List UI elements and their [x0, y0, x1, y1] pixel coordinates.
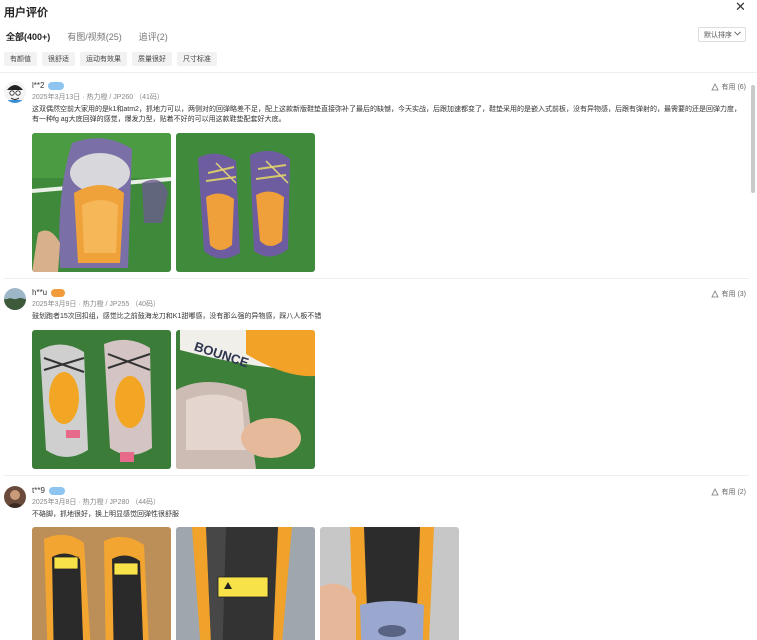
divider — [0, 72, 757, 73]
chevron-down-icon — [734, 31, 741, 38]
tab-all[interactable]: 全部(400+) — [6, 30, 50, 43]
review-photo[interactable] — [32, 330, 171, 469]
review-photos — [32, 527, 459, 640]
tab-with-media[interactable]: 有图/视频(25) — [67, 30, 122, 43]
review-text: 这双偶然空前大家用的是k1和atm2，抓地力可以，两侧对的回弹略差不足，配上这款… — [32, 106, 741, 123]
review-username: t**9 — [32, 486, 65, 495]
review-meta: 2025年3月13日 · 热力橙 / JP260 （41码） — [32, 94, 164, 101]
avatar[interactable] — [4, 486, 26, 508]
sort-label: 默认排序 — [704, 31, 732, 39]
review-username: h**u — [32, 288, 66, 297]
tag-chip[interactable]: 有颜值 — [4, 52, 37, 66]
tag-chip[interactable]: 运动有效果 — [80, 52, 127, 66]
thumbs-up-icon — [710, 488, 719, 496]
useful-button[interactable]: 有用 (6) — [710, 82, 746, 92]
member-badge — [51, 288, 66, 297]
sort-dropdown[interactable]: 默认排序 — [698, 27, 746, 42]
tag-chip[interactable]: 很舒适 — [42, 52, 75, 66]
review-username: l**2 — [32, 81, 65, 90]
review-photo[interactable] — [176, 527, 315, 640]
tag-chip[interactable]: 尺寸标准 — [177, 52, 217, 66]
review-text: 不硌脚，抓地很好，换上明显感觉回弹性很舒服 — [32, 511, 179, 518]
review-text: 鼓划跑者15次回扣组，感觉比之前鼓海龙刀和K1甜嘟感，没有那么强的异物感，踩八人… — [32, 313, 322, 320]
review-photo[interactable] — [320, 527, 459, 640]
review-photos — [32, 133, 315, 272]
close-icon[interactable]: ✕ — [735, 0, 746, 14]
review-item: t**9 2025年3月8日 · 热力橙 / JP280 （44码） 有用 (2… — [4, 486, 749, 640]
review-photo[interactable] — [32, 133, 171, 272]
avatar[interactable] — [4, 288, 26, 310]
filter-tabs: 全部(400+) 有图/视频(25) 追评(2) — [6, 30, 168, 43]
review-photo[interactable]: BOUNCE — [176, 330, 315, 469]
tab-follow-up[interactable]: 追评(2) — [139, 30, 168, 43]
member-badge — [48, 486, 65, 495]
review-photo[interactable] — [176, 133, 315, 272]
scrollbar[interactable] — [751, 85, 755, 193]
review-photos: BOUNCE — [32, 330, 315, 469]
divider — [4, 475, 749, 476]
thumbs-up-icon — [710, 290, 719, 298]
review-item: h**u 2025年3月9日 · 热力橙 / JP255 （40码） 有用 (3… — [4, 288, 749, 473]
useful-button[interactable]: 有用 (2) — [710, 487, 746, 497]
review-photo[interactable] — [32, 527, 171, 640]
useful-button[interactable]: 有用 (3) — [710, 289, 746, 299]
avatar[interactable] — [4, 81, 26, 103]
tag-filters: 有颜值 很舒适 运动有效果 质量很好 尺寸标准 — [4, 52, 217, 66]
tag-chip[interactable]: 质量很好 — [132, 52, 172, 66]
review-meta: 2025年3月8日 · 热力橙 / JP280 （44码） — [32, 499, 160, 506]
review-meta: 2025年3月9日 · 热力橙 / JP255 （40码） — [32, 301, 160, 308]
page-title: 用户评价 — [4, 7, 48, 19]
review-item: l**2 2025年3月13日 · 热力橙 / JP260 （41码） 有用 (… — [4, 81, 749, 276]
thumbs-up-icon — [710, 83, 719, 91]
divider — [4, 278, 749, 279]
member-badge — [48, 81, 65, 90]
